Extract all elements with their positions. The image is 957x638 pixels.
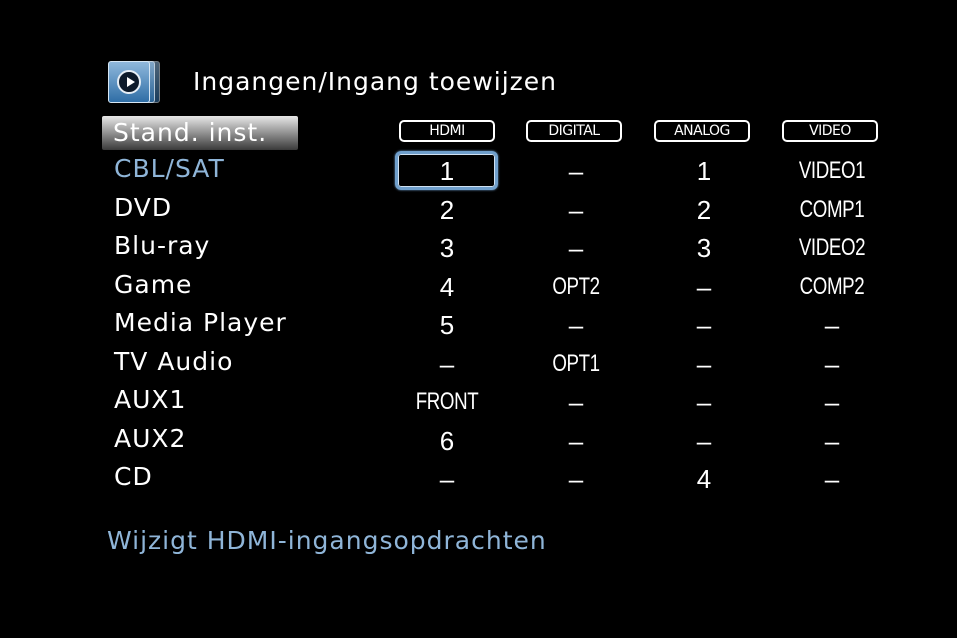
analog-cell: – xyxy=(696,348,712,379)
hdmi-cell[interactable]: 6 xyxy=(387,422,507,460)
video-cell: VIDEO1 xyxy=(798,157,866,184)
digital-cell: OPT2 xyxy=(552,272,600,300)
section-tab-label: Stand. inst. xyxy=(113,118,268,147)
column-header-hdmi: HDMI xyxy=(399,120,495,142)
hdmi-cell[interactable]: 5 xyxy=(387,306,507,344)
digital-cell: – xyxy=(568,194,584,225)
video-cell: – xyxy=(824,464,840,494)
help-text: Wijzigt HDMI-ingangsopdrachten xyxy=(107,526,547,555)
menu-arrow-icon xyxy=(108,58,160,104)
analog-cell: – xyxy=(696,271,712,302)
column-header-digital: DIGITAL xyxy=(526,120,622,142)
table-row[interactable]: Media Player 5 – – – xyxy=(0,306,957,344)
table-row[interactable]: CD – – 4 – xyxy=(0,460,957,498)
digital-cell: – xyxy=(568,310,584,340)
digital-cell: – xyxy=(568,156,584,186)
analog-cell: – xyxy=(696,425,712,456)
video-cell: VIDEO2 xyxy=(798,234,866,261)
hdmi-cell[interactable]: 1 xyxy=(387,152,507,190)
source-label: TV Audio xyxy=(114,346,234,376)
video-cell: – xyxy=(824,425,840,456)
analog-cell: 3 xyxy=(696,233,712,263)
table-row[interactable]: DVD 2 – 2 COMP1 xyxy=(0,191,957,229)
video-cell: – xyxy=(824,387,840,417)
digital-cell: – xyxy=(568,387,584,417)
analog-cell: 4 xyxy=(696,464,712,494)
digital-cell: – xyxy=(568,464,584,494)
video-cell: – xyxy=(824,348,840,379)
column-header-video: VIDEO xyxy=(782,120,878,142)
source-label: Media Player xyxy=(114,308,287,337)
table-row[interactable]: AUX1 FRONT – – – xyxy=(0,383,957,421)
header: Ingangen/Ingang toewijzen xyxy=(108,58,557,104)
hdmi-cell[interactable]: 2 xyxy=(387,191,507,229)
analog-cell: 2 xyxy=(696,194,712,225)
analog-cell: – xyxy=(696,310,712,340)
source-label: CBL/SAT xyxy=(114,154,225,183)
source-label: DVD xyxy=(114,192,173,222)
section-tab-default-settings[interactable]: Stand. inst. xyxy=(102,116,298,150)
table-row[interactable]: AUX2 6 – – – xyxy=(0,422,957,460)
table-row[interactable]: Blu-ray 3 – 3 VIDEO2 xyxy=(0,229,957,267)
video-cell: COMP2 xyxy=(799,272,865,300)
source-label: Blu-ray xyxy=(114,231,211,260)
hdmi-cell[interactable]: 3 xyxy=(387,229,507,267)
source-label: AUX2 xyxy=(114,423,187,453)
table-row[interactable]: CBL/SAT 1 – 1 VIDEO1 xyxy=(0,152,957,190)
source-label: AUX1 xyxy=(114,385,187,414)
digital-cell: – xyxy=(568,425,584,456)
hdmi-cell[interactable]: 4 xyxy=(387,268,507,306)
analog-cell: – xyxy=(696,387,712,417)
table-row[interactable]: Game 4 OPT2 – COMP2 xyxy=(0,268,957,306)
analog-cell: 1 xyxy=(696,156,712,186)
source-label: Game xyxy=(114,269,193,299)
table-row[interactable]: TV Audio – OPT1 – – xyxy=(0,345,957,383)
source-label: CD xyxy=(114,462,153,491)
hdmi-cell[interactable]: – xyxy=(387,460,507,498)
page-title: Ingangen/Ingang toewijzen xyxy=(193,66,558,96)
hdmi-cell[interactable]: FRONT xyxy=(400,383,494,421)
hdmi-cell[interactable]: – xyxy=(387,345,507,383)
video-cell: COMP1 xyxy=(799,195,865,223)
digital-cell: OPT1 xyxy=(552,349,600,377)
digital-cell: – xyxy=(568,233,584,263)
column-header-analog: ANALOG xyxy=(654,120,750,142)
video-cell: – xyxy=(824,310,840,340)
